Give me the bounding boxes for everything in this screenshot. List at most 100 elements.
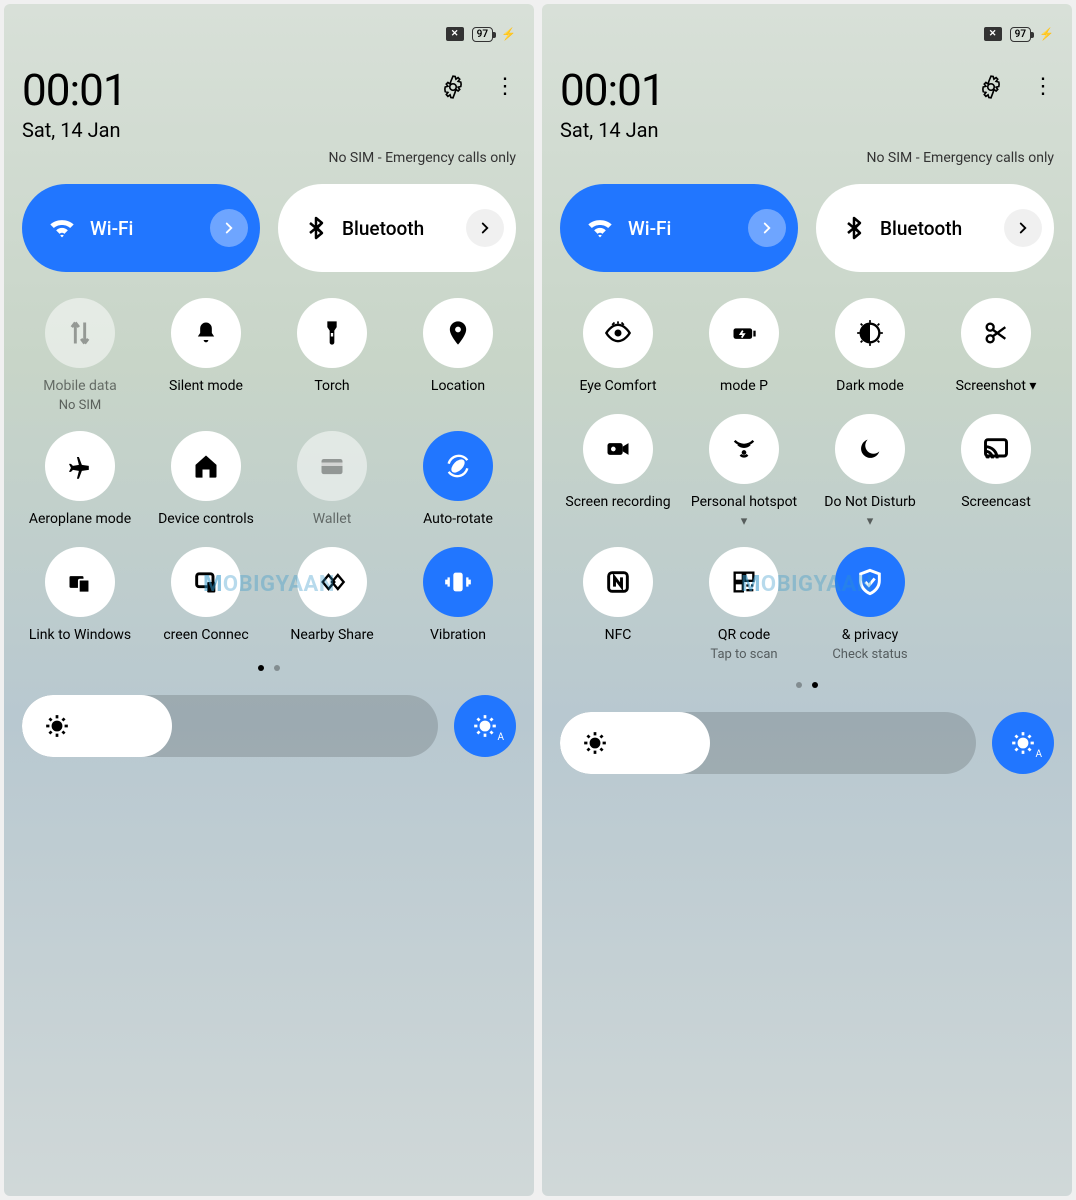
tile-label: Location bbox=[431, 378, 485, 396]
phone-panel-1: ✕ 97 ⚡ 00:01 Sat, 14 Jan ⋮ No SIM - Emer… bbox=[4, 4, 534, 1196]
tile-sublabel: Check status bbox=[832, 647, 907, 662]
tile-sublabel: Tap to scan bbox=[710, 647, 777, 662]
card-icon bbox=[297, 431, 367, 501]
clock-date: Sat, 14 Jan bbox=[560, 118, 665, 142]
tile-label: Aeroplane mode bbox=[29, 511, 131, 529]
tile-screenshot[interactable]: Screenshot ▾ bbox=[941, 298, 1051, 396]
brightness-slider[interactable] bbox=[22, 695, 438, 757]
wifi-tile[interactable]: Wi-Fi bbox=[22, 184, 260, 272]
wifi-icon bbox=[48, 214, 76, 242]
tiles-grid-page-1: Mobile dataNo SIMSilent modeTorch Locatio… bbox=[22, 298, 516, 645]
brightness-fill bbox=[22, 695, 172, 757]
sim-status-message: No SIM - Emergency calls only bbox=[22, 150, 516, 166]
cast-icon bbox=[961, 414, 1031, 484]
header: 00:01 Sat, 14 Jan ⋮ bbox=[560, 64, 1054, 142]
tile-personal-hotspot[interactable]: Personal hotspot▾ bbox=[689, 414, 799, 529]
tile-power-mode[interactable]: mode P bbox=[689, 298, 799, 396]
qr-icon bbox=[709, 547, 779, 617]
tile-label: Device controls bbox=[158, 511, 254, 529]
brightness-icon bbox=[582, 730, 608, 756]
tile-link-to-windows[interactable]: Link to Windows bbox=[25, 547, 135, 645]
bluetooth-icon bbox=[842, 216, 866, 240]
tile-label: Do Not Disturb bbox=[824, 494, 915, 512]
sim-missing-icon: ✕ bbox=[446, 27, 464, 41]
tile-label: Link to Windows bbox=[29, 627, 131, 645]
tile-screen-recording[interactable]: Screen recording bbox=[563, 414, 673, 529]
plane-icon bbox=[45, 431, 115, 501]
tile-sublabel: ▾ bbox=[741, 514, 748, 529]
tile-dark-mode[interactable]: Dark mode bbox=[815, 298, 925, 396]
shield-icon bbox=[835, 547, 905, 617]
videocam-icon bbox=[583, 414, 653, 484]
tile-security-privacy[interactable]: & privacy Check status bbox=[815, 547, 925, 662]
bluetooth-tile[interactable]: Bluetooth bbox=[278, 184, 516, 272]
tile-label: Wallet bbox=[313, 511, 352, 529]
tile-screen-connect[interactable]: creen Connec bbox=[151, 547, 261, 645]
wifi-expand-button[interactable] bbox=[210, 209, 248, 247]
brightness-fill bbox=[560, 712, 710, 774]
statusbar: ✕ 97 ⚡ bbox=[22, 22, 516, 46]
brightness-slider[interactable] bbox=[560, 712, 976, 774]
tile-label: creen Connec bbox=[163, 627, 248, 645]
wifi-label: Wi-Fi bbox=[628, 217, 671, 240]
tile-wallet[interactable]: Wallet bbox=[277, 431, 387, 529]
pin-icon bbox=[423, 298, 493, 368]
tile-do-not-disturb[interactable]: Do Not Disturb▾ bbox=[815, 414, 925, 529]
settings-icon[interactable] bbox=[978, 74, 1004, 100]
wifi-icon bbox=[586, 214, 614, 242]
eye-icon bbox=[583, 298, 653, 368]
tile-nearby-share[interactable]: Nearby Share bbox=[277, 547, 387, 645]
clock-time: 00:01 bbox=[22, 64, 127, 116]
charging-icon: ⚡ bbox=[1039, 27, 1054, 41]
clock-time: 00:01 bbox=[560, 64, 665, 116]
screen-conn-icon bbox=[171, 547, 241, 617]
tile-label: Vibration bbox=[430, 627, 486, 645]
dark-icon bbox=[835, 298, 905, 368]
tile-label: Eye Comfort bbox=[579, 378, 656, 396]
clock-date: Sat, 14 Jan bbox=[22, 118, 127, 142]
nfc-icon bbox=[583, 547, 653, 617]
tile-vibration[interactable]: Vibration bbox=[403, 547, 513, 645]
home-icon bbox=[171, 431, 241, 501]
auto-brightness-button[interactable]: A bbox=[454, 695, 516, 757]
tile-mobile-data[interactable]: Mobile dataNo SIM bbox=[25, 298, 135, 413]
page-indicator bbox=[22, 665, 516, 671]
tile-eye-comfort[interactable]: Eye Comfort bbox=[563, 298, 673, 396]
bluetooth-expand-button[interactable] bbox=[466, 209, 504, 247]
more-icon[interactable]: ⋮ bbox=[494, 76, 516, 98]
auto-brightness-button[interactable]: A bbox=[992, 712, 1054, 774]
bluetooth-tile[interactable]: Bluetooth bbox=[816, 184, 1054, 272]
sun-icon bbox=[472, 713, 498, 739]
tile-nfc[interactable]: NFC bbox=[563, 547, 673, 662]
wifi-tile[interactable]: Wi-Fi bbox=[560, 184, 798, 272]
sun-icon bbox=[1010, 730, 1036, 756]
tile-label: & privacy bbox=[842, 627, 898, 645]
tile-aeroplane-mode[interactable]: Aeroplane mode bbox=[25, 431, 135, 529]
rotate-icon bbox=[423, 431, 493, 501]
tile-label: Screencast bbox=[961, 494, 1031, 512]
more-icon[interactable]: ⋮ bbox=[1032, 76, 1054, 98]
tile-label: Nearby Share bbox=[290, 627, 373, 645]
tiles-grid-page-2: Eye Comfort mode P Dark mode Screenshot ▾ Sc… bbox=[560, 298, 1054, 662]
charging-icon: ⚡ bbox=[501, 27, 516, 41]
tile-screencast[interactable]: Screencast bbox=[941, 414, 1051, 529]
tile-qr-code[interactable]: QR codeTap to scan bbox=[689, 547, 799, 662]
tile-device-controls[interactable]: Device controls bbox=[151, 431, 261, 529]
tile-label: mode P bbox=[720, 378, 768, 396]
settings-icon[interactable] bbox=[440, 74, 466, 100]
sim-missing-icon: ✕ bbox=[984, 27, 1002, 41]
tile-silent-mode[interactable]: Silent mode bbox=[151, 298, 261, 413]
hotspot-icon bbox=[709, 414, 779, 484]
tile-label: Screen recording bbox=[565, 494, 670, 512]
tile-label: Screenshot ▾ bbox=[956, 378, 1037, 396]
scissors-icon bbox=[961, 298, 1031, 368]
bluetooth-expand-button[interactable] bbox=[1004, 209, 1042, 247]
tile-auto-rotate[interactable]: Auto-rotate bbox=[403, 431, 513, 529]
tile-torch[interactable]: Torch bbox=[277, 298, 387, 413]
brightness-row: A bbox=[560, 712, 1054, 774]
tile-location[interactable]: Location bbox=[403, 298, 513, 413]
tile-sublabel: No SIM bbox=[59, 398, 102, 413]
battery-indicator: 97 bbox=[1010, 27, 1031, 42]
wifi-expand-button[interactable] bbox=[748, 209, 786, 247]
tile-label: NFC bbox=[605, 627, 632, 645]
